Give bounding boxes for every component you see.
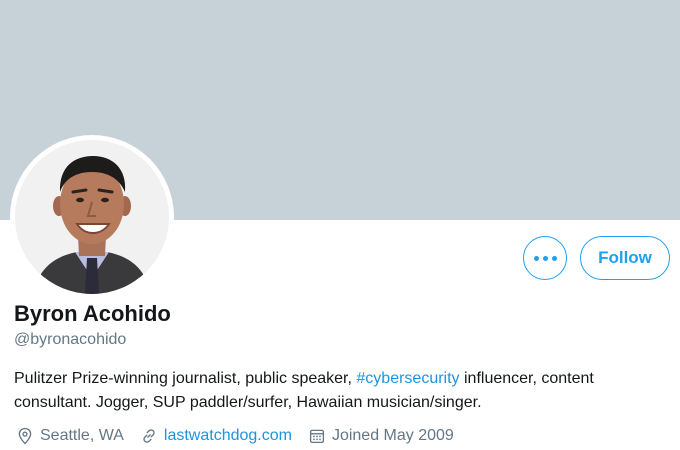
more-options-button[interactable] bbox=[523, 236, 567, 280]
more-dots-icon bbox=[533, 255, 557, 261]
link-icon bbox=[143, 429, 155, 443]
avatar-portrait bbox=[15, 140, 169, 294]
bio-text-start: Pulitzer Prize-winning journalist, publi… bbox=[14, 370, 357, 387]
follow-button[interactable]: Follow bbox=[580, 236, 670, 280]
location-text: Seattle, WA bbox=[40, 427, 124, 444]
profile-bio: Pulitzer Prize-winning journalist, publi… bbox=[14, 367, 664, 415]
calendar-icon bbox=[309, 429, 325, 444]
joined-item: Joined May 2009 bbox=[308, 427, 454, 445]
avatar-frame bbox=[10, 135, 174, 299]
profile-name: Byron Acohido bbox=[14, 301, 171, 326]
profile-handle: @byronacohido bbox=[14, 331, 127, 348]
profile-meta: Seattle, WA lastwatchdog.com Joined May … bbox=[16, 425, 464, 447]
avatar[interactable] bbox=[15, 140, 169, 294]
location-item: Seattle, WA bbox=[16, 427, 124, 445]
hashtag-link[interactable]: #cybersecurity bbox=[356, 370, 459, 387]
joined-text: Joined May 2009 bbox=[331, 427, 454, 444]
location-pin-icon bbox=[18, 427, 32, 445]
website-link[interactable]: lastwatchdog.com bbox=[164, 427, 292, 445]
website-item: lastwatchdog.com bbox=[140, 427, 292, 445]
